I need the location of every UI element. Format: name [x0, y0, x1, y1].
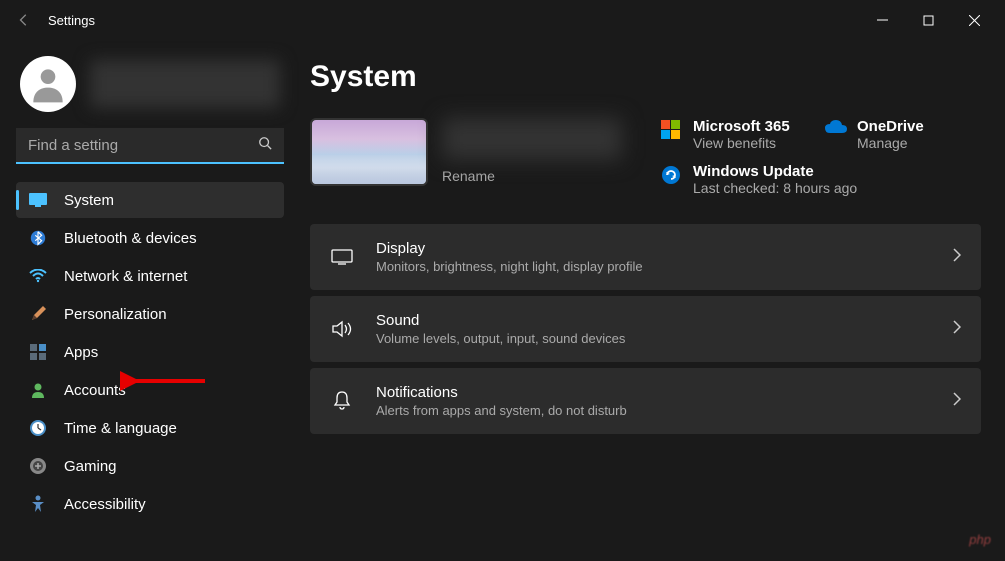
minimize-button[interactable]	[859, 4, 905, 36]
sidebar-item-label: Network & internet	[64, 268, 187, 285]
sidebar-item-label: Accessibility	[64, 496, 146, 513]
desktop-thumbnail[interactable]	[310, 118, 428, 186]
device-name-redacted	[442, 118, 622, 160]
accounts-icon	[28, 380, 48, 400]
service-sub: Manage	[857, 135, 924, 151]
microsoft-logo-icon	[661, 120, 681, 140]
bluetooth-icon	[28, 228, 48, 248]
sound-icon	[330, 320, 354, 338]
sidebar-item-gaming[interactable]: Gaming	[16, 448, 284, 484]
sidebar-item-network[interactable]: Network & internet	[16, 258, 284, 294]
sidebar-item-label: Personalization	[64, 306, 167, 323]
card-title: Display	[376, 240, 931, 257]
back-button[interactable]	[8, 13, 40, 27]
chevron-right-icon	[953, 248, 961, 267]
sidebar-item-system[interactable]: System	[16, 182, 284, 218]
system-icon	[28, 190, 48, 210]
page-title: System	[310, 60, 981, 94]
main-content: System Rename	[300, 40, 1005, 561]
avatar	[20, 56, 76, 112]
sidebar-item-label: Bluetooth & devices	[64, 230, 197, 247]
card-sub: Volume levels, output, input, sound devi…	[376, 331, 931, 346]
card-title: Notifications	[376, 384, 931, 401]
sidebar-item-label: System	[64, 192, 114, 209]
search-icon	[258, 136, 272, 155]
sidebar-item-label: Accounts	[64, 382, 126, 399]
chevron-right-icon	[953, 320, 961, 339]
service-title: Microsoft 365	[693, 118, 790, 135]
brush-icon	[28, 304, 48, 324]
sidebar-item-time-language[interactable]: Time & language	[16, 410, 284, 446]
chevron-right-icon	[953, 392, 961, 411]
apps-icon	[28, 342, 48, 362]
settings-card-notifications[interactable]: Notifications Alerts from apps and syste…	[310, 368, 981, 434]
user-profile[interactable]	[16, 50, 284, 128]
search-box[interactable]	[16, 128, 284, 164]
close-button[interactable]	[951, 4, 997, 36]
device-info-section: Rename	[310, 118, 641, 196]
service-sub: View benefits	[693, 135, 790, 151]
sidebar-item-bluetooth[interactable]: Bluetooth & devices	[16, 220, 284, 256]
wifi-icon	[28, 266, 48, 286]
settings-card-sound[interactable]: Sound Volume levels, output, input, soun…	[310, 296, 981, 362]
clock-icon	[28, 418, 48, 438]
service-onedrive[interactable]: OneDrive Manage	[825, 118, 965, 151]
gaming-icon	[28, 456, 48, 476]
display-icon	[330, 249, 354, 265]
accessibility-icon	[28, 494, 48, 514]
sidebar-item-personalization[interactable]: Personalization	[16, 296, 284, 332]
service-title: OneDrive	[857, 118, 924, 135]
update-icon	[661, 165, 681, 185]
maximize-button[interactable]	[905, 4, 951, 36]
services-section: Microsoft 365 View benefits OneDrive Man…	[661, 118, 981, 196]
sidebar-item-apps[interactable]: Apps	[16, 334, 284, 370]
service-ms365[interactable]: Microsoft 365 View benefits	[661, 118, 801, 151]
bell-icon	[330, 391, 354, 411]
service-sub: Last checked: 8 hours ago	[693, 180, 857, 196]
sidebar-item-label: Gaming	[64, 458, 117, 475]
sidebar-item-label: Time & language	[64, 420, 177, 437]
card-sub: Alerts from apps and system, do not dist…	[376, 403, 931, 418]
service-title: Windows Update	[693, 163, 857, 180]
window-title: Settings	[40, 13, 95, 28]
sidebar-item-label: Apps	[64, 344, 98, 361]
watermark: php	[969, 532, 991, 547]
card-sub: Monitors, brightness, night light, displ…	[376, 259, 931, 274]
service-windows-update[interactable]: Windows Update Last checked: 8 hours ago	[661, 163, 951, 196]
onedrive-icon	[825, 120, 845, 140]
settings-card-display[interactable]: Display Monitors, brightness, night ligh…	[310, 224, 981, 290]
sidebar-item-accounts[interactable]: Accounts	[16, 372, 284, 408]
sidebar: System Bluetooth & devices Network & int…	[0, 40, 300, 561]
rename-link[interactable]: Rename	[442, 168, 641, 184]
user-info-redacted	[90, 60, 280, 108]
sidebar-item-accessibility[interactable]: Accessibility	[16, 486, 284, 522]
card-title: Sound	[376, 312, 931, 329]
search-input[interactable]	[28, 137, 258, 154]
